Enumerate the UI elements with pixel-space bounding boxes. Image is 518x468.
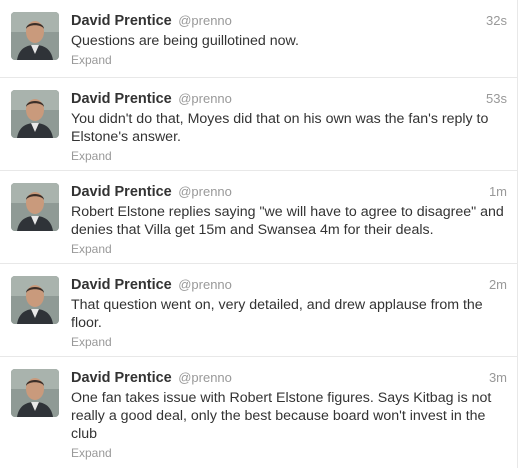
tweet-text: That question went on, very detailed, an…: [71, 297, 483, 331]
expand-link[interactable]: Expand: [71, 241, 112, 257]
avatar-image: [11, 90, 59, 138]
avatar-image: [11, 369, 59, 417]
tweet-text: Questions are being guillotined now.: [71, 33, 299, 49]
author-username[interactable]: @prenno: [178, 91, 232, 106]
avatar[interactable]: [11, 183, 59, 231]
author-username[interactable]: @prenno: [178, 184, 232, 199]
author-name[interactable]: David Prentice: [71, 277, 172, 293]
tweet-timestamp[interactable]: 32s: [486, 11, 507, 31]
tweet-item[interactable]: David Prentice @prenno 53s You didn't do…: [0, 78, 517, 171]
tweet-text: One fan takes issue with Robert Elstone …: [71, 390, 492, 442]
tweet-timestamp[interactable]: 53s: [486, 89, 507, 109]
avatar-image: [11, 183, 59, 231]
author-name[interactable]: David Prentice: [71, 13, 172, 29]
tweet-item[interactable]: David Prentice @prenno 1m Robert Elstone…: [0, 171, 517, 264]
tweet-item[interactable]: David Prentice @prenno 2m That question …: [0, 264, 517, 357]
avatar-image: [11, 12, 59, 60]
tweet-content: David Prentice @prenno 32s Questions are…: [71, 11, 507, 69]
expand-link[interactable]: Expand: [71, 334, 112, 350]
tweet-content: David Prentice @prenno 2m That question …: [71, 275, 507, 351]
tweet-header: David Prentice @prenno: [71, 182, 507, 202]
tweet-header: David Prentice @prenno: [71, 368, 507, 388]
tweet-header: David Prentice @prenno: [71, 11, 507, 31]
expand-link[interactable]: Expand: [71, 445, 112, 461]
tweet-timestamp[interactable]: 3m: [489, 368, 507, 388]
tweet-item[interactable]: David Prentice @prenno 32s Questions are…: [0, 0, 517, 78]
author-name[interactable]: David Prentice: [71, 370, 172, 386]
tweet-content: David Prentice @prenno 53s You didn't do…: [71, 89, 507, 165]
author-name[interactable]: David Prentice: [71, 184, 172, 200]
tweet-timeline: David Prentice @prenno 32s Questions are…: [0, 0, 518, 468]
tweet-text: Robert Elstone replies saying "we will h…: [71, 204, 504, 238]
author-name[interactable]: David Prentice: [71, 91, 172, 107]
expand-link[interactable]: Expand: [71, 148, 112, 164]
tweet-content: David Prentice @prenno 3m One fan takes …: [71, 368, 507, 462]
tweet-header: David Prentice @prenno: [71, 89, 507, 109]
author-username[interactable]: @prenno: [178, 13, 232, 28]
tweet-timestamp[interactable]: 2m: [489, 275, 507, 295]
tweet-item[interactable]: David Prentice @prenno 3m One fan takes …: [0, 357, 517, 468]
avatar[interactable]: [11, 90, 59, 138]
tweet-header: David Prentice @prenno: [71, 275, 507, 295]
avatar[interactable]: [11, 276, 59, 324]
tweet-timestamp[interactable]: 1m: [489, 182, 507, 202]
avatar[interactable]: [11, 12, 59, 60]
tweet-content: David Prentice @prenno 1m Robert Elstone…: [71, 182, 507, 258]
avatar[interactable]: [11, 369, 59, 417]
expand-link[interactable]: Expand: [71, 52, 112, 68]
author-username[interactable]: @prenno: [178, 277, 232, 292]
author-username[interactable]: @prenno: [178, 370, 232, 385]
tweet-text: You didn't do that, Moyes did that on hi…: [71, 111, 489, 145]
avatar-image: [11, 276, 59, 324]
